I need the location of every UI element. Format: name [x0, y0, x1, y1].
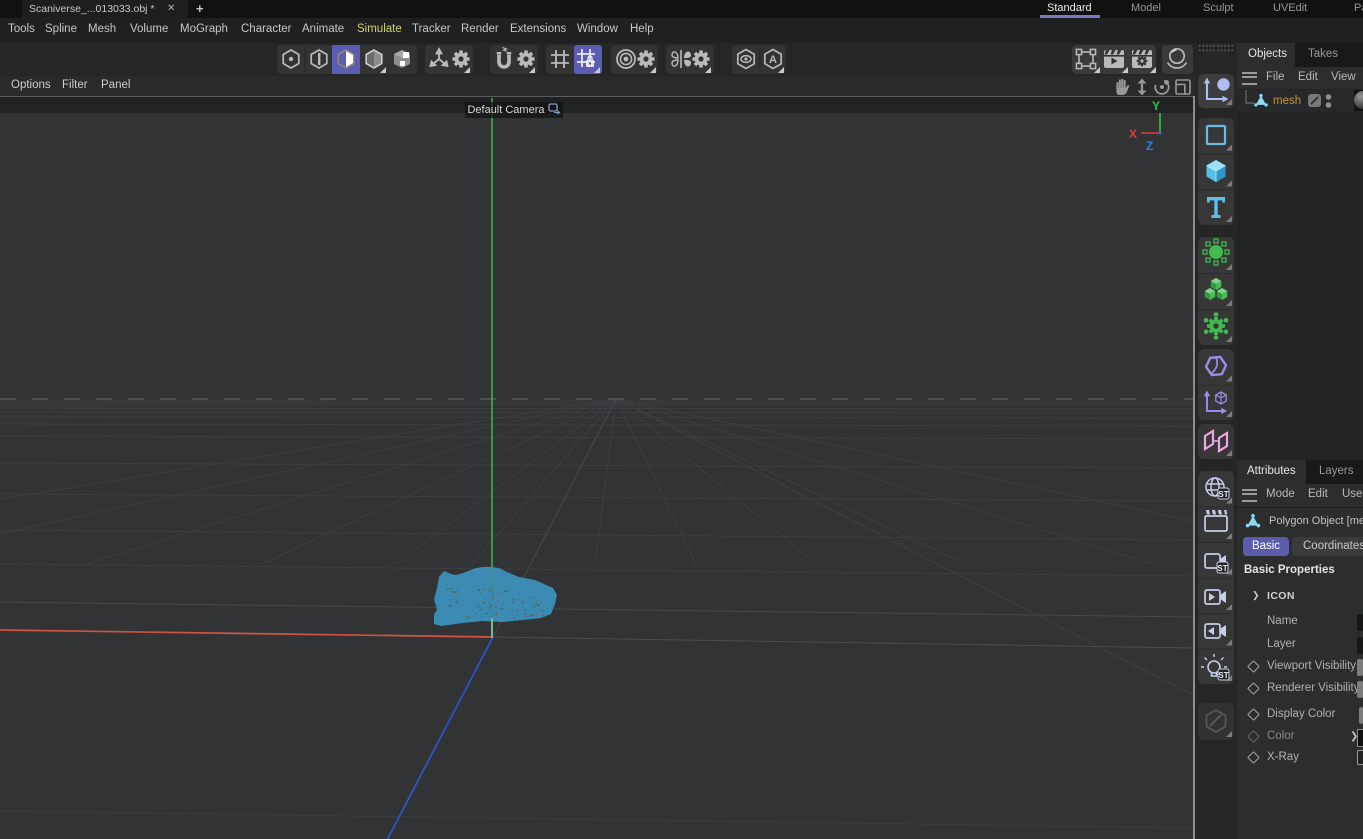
svg-text:ST: ST — [1218, 671, 1228, 680]
svg-text:A: A — [769, 54, 777, 66]
svg-text:ST: ST — [1218, 490, 1228, 499]
svg-text:Y: Y — [1152, 99, 1160, 113]
svg-text:X: X — [1129, 127, 1137, 141]
svg-text:Z: Z — [1146, 139, 1153, 153]
svg-text:ST: ST — [1217, 564, 1227, 573]
